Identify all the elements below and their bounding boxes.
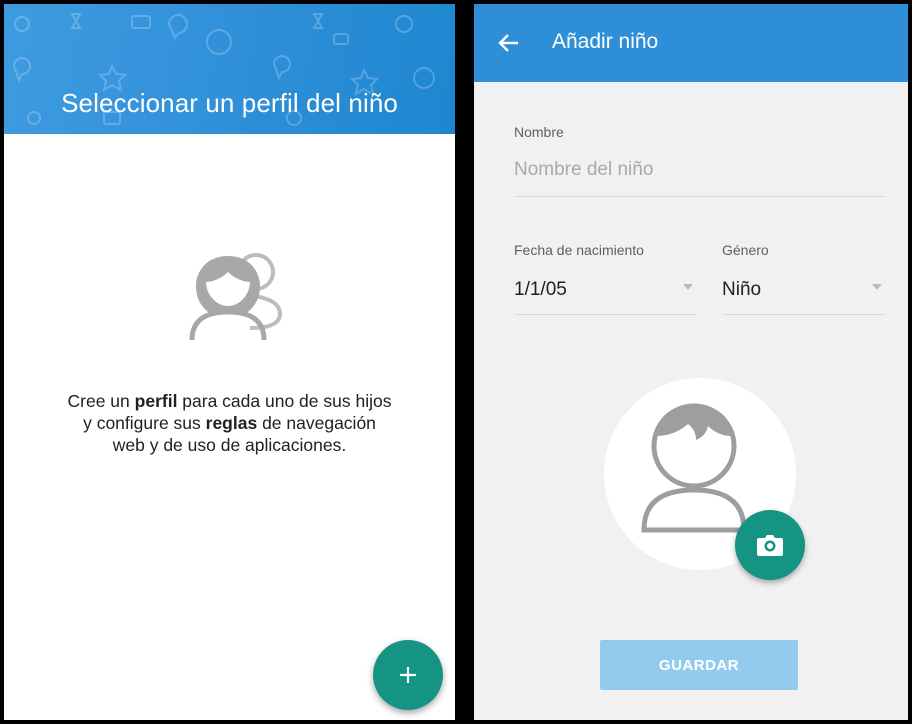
gender-select[interactable]: Niño	[722, 279, 761, 301]
birthdate-select[interactable]: 1/1/05	[514, 279, 567, 301]
gender-label: Género	[722, 242, 769, 258]
children-profiles-icon	[189, 253, 283, 341]
page-title: Seleccionar un perfil del niño	[61, 88, 398, 118]
name-input[interactable]: Nombre del niño	[514, 159, 653, 181]
add-child-button[interactable]	[373, 640, 443, 710]
gender-underline	[722, 314, 886, 315]
arrow-left-icon[interactable]	[496, 30, 522, 56]
birthdate-dropdown-icon[interactable]	[683, 284, 693, 290]
birthdate-label: Fecha de nacimiento	[514, 242, 644, 258]
camera-icon	[757, 535, 783, 556]
empty-state-message: Cree un perfil para cada uno de sus hijo…	[67, 391, 392, 455]
change-photo-button[interactable]	[735, 510, 805, 580]
left-header: Seleccionar un perfil del niño	[4, 4, 455, 134]
gender-dropdown-icon[interactable]	[872, 284, 882, 290]
screen-title: Añadir niño	[552, 30, 659, 53]
name-underline	[514, 196, 886, 197]
plus-icon	[400, 667, 416, 683]
save-button[interactable]: GUARDAR	[600, 640, 798, 690]
add-child-screen: Añadir niño Nombre Nombre del niño Fecha…	[474, 4, 908, 720]
profile-select-screen: Seleccionar un perfil del niño Cree un p…	[4, 4, 455, 720]
birthdate-underline	[514, 314, 696, 315]
app-bar: Añadir niño	[474, 4, 908, 82]
name-label: Nombre	[514, 124, 564, 140]
